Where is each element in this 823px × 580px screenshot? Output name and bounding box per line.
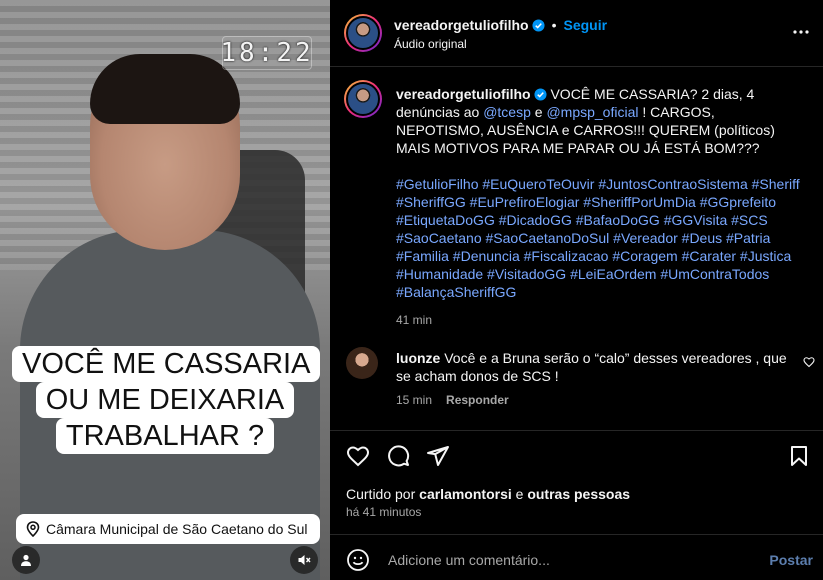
caption-text-e: e bbox=[534, 104, 543, 120]
wall-clock: 18:22 bbox=[220, 36, 314, 70]
caption-author-avatar[interactable] bbox=[344, 80, 382, 118]
post-caption: vereadorgetuliofilho VOCÊ ME CASSARIA? 2… bbox=[396, 85, 806, 329]
caption-hashtags[interactable]: #GetulioFilho #EuQueroTeOuvir #JuntosCon… bbox=[396, 175, 806, 301]
likes-connector: e bbox=[515, 486, 524, 502]
actions-divider bbox=[330, 430, 823, 431]
liker-username[interactable]: carlamontorsi bbox=[419, 486, 512, 502]
location-tag[interactable]: Câmara Municipal de São Caetano do Sul bbox=[16, 514, 320, 544]
emoji-icon[interactable] bbox=[346, 548, 370, 572]
author-avatar[interactable] bbox=[344, 14, 382, 52]
audio-label[interactable]: Áudio original bbox=[394, 37, 467, 51]
others-link[interactable]: outras pessoas bbox=[527, 486, 630, 502]
comment-meta: 15 min Responder bbox=[396, 393, 509, 407]
caption-timestamp: 41 min bbox=[396, 313, 433, 327]
more-options-icon[interactable] bbox=[791, 22, 811, 42]
comment-bar: Postar bbox=[330, 540, 823, 580]
input-divider bbox=[330, 534, 823, 535]
separator-dot: • bbox=[551, 17, 557, 33]
post-age: há 41 minutos bbox=[346, 505, 422, 519]
mention-mpsp[interactable]: @mpsp_oficial bbox=[546, 104, 638, 120]
caption-username[interactable]: vereadorgetuliofilho bbox=[396, 86, 531, 102]
speaker-muted-icon bbox=[298, 555, 311, 565]
post-details-panel: vereadorgetuliofilho • Seguir Áudio orig… bbox=[330, 0, 823, 580]
likes-summary: Curtido por carlamontorsi e outras pesso… bbox=[346, 486, 630, 502]
commenter-username[interactable]: luonze bbox=[396, 350, 440, 366]
post-video[interactable]: 18:22 VOCÊ ME CASSARIA OU ME DEIXARIA TR… bbox=[0, 0, 330, 580]
verified-badge-icon bbox=[532, 18, 545, 32]
reply-button[interactable]: Responder bbox=[446, 393, 509, 407]
speaker-figure bbox=[20, 54, 320, 580]
save-bookmark-icon[interactable] bbox=[787, 444, 811, 468]
comment-bubble-icon[interactable] bbox=[386, 444, 410, 468]
post-actions bbox=[346, 444, 450, 468]
person-icon bbox=[21, 554, 31, 566]
comment-timestamp: 15 min bbox=[396, 393, 433, 407]
comment-text: Você e a Bruna serão o “calo” desses ver… bbox=[396, 350, 787, 384]
comment-input[interactable] bbox=[386, 551, 770, 569]
verified-badge-icon bbox=[534, 88, 547, 101]
commenter-avatar[interactable] bbox=[346, 347, 378, 379]
post-comment-button[interactable]: Postar bbox=[769, 552, 813, 568]
video-caption: VOCÊ ME CASSARIA OU ME DEIXARIA TRABALHA… bbox=[12, 346, 321, 454]
likes-prefix: Curtido por bbox=[346, 486, 416, 502]
tagged-users-button[interactable] bbox=[12, 546, 40, 574]
header-divider bbox=[330, 66, 823, 67]
like-comment-heart-icon[interactable] bbox=[803, 356, 815, 368]
share-send-icon[interactable] bbox=[426, 444, 450, 468]
author-username[interactable]: vereadorgetuliofilho bbox=[394, 17, 529, 33]
post-header: vereadorgetuliofilho • Seguir bbox=[394, 17, 607, 33]
mention-tcesp[interactable]: @tcesp bbox=[483, 104, 531, 120]
like-heart-icon[interactable] bbox=[346, 444, 370, 468]
mute-button[interactable] bbox=[290, 546, 318, 574]
location-pin-icon bbox=[26, 521, 40, 537]
comment: luonze Você e a Bruna serão o “calo” des… bbox=[396, 349, 796, 385]
follow-button[interactable]: Seguir bbox=[563, 17, 607, 33]
location-label: Câmara Municipal de São Caetano do Sul bbox=[46, 521, 308, 537]
